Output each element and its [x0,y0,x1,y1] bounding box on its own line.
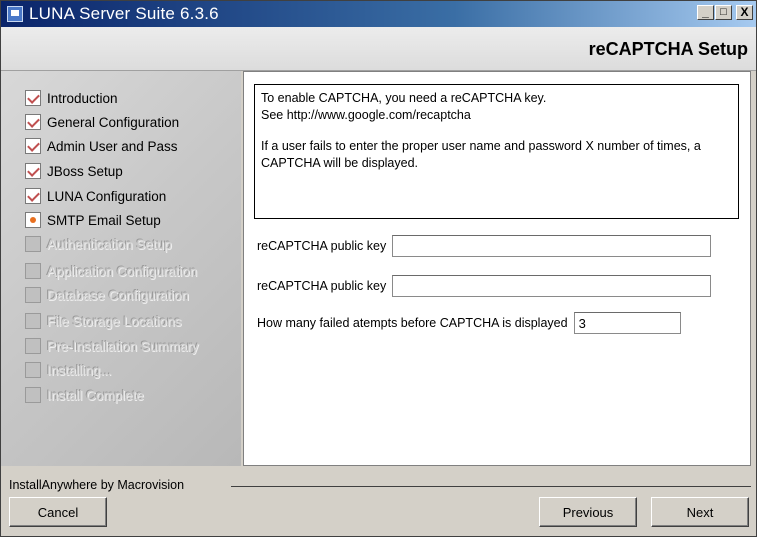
current-step-icon [25,212,41,228]
step-label: Installing... [47,362,112,378]
window-title: LUNA Server Suite 6.3.6 [29,4,219,23]
pending-box-icon [25,338,41,354]
step-smtp-email-setup: SMTP Email Setup [25,209,161,231]
step-label: Install Complete [47,387,144,403]
step-header: reCAPTCHA Setup [1,27,756,71]
step-admin-user: Admin User and Pass [25,135,178,157]
cancel-button[interactable]: Cancel [9,497,107,527]
step-label: Introduction [47,90,118,106]
close-button[interactable]: X [736,5,753,20]
pending-box-icon [25,313,41,329]
public-key-2-input[interactable] [392,275,712,297]
previous-button[interactable]: Previous [539,497,637,527]
step-file-storage-locations: File Storage Locations [25,310,181,332]
step-label: Database Configuration [47,287,189,303]
step-jboss-setup: JBoss Setup [25,160,123,182]
step-label: Application Configuration [47,263,198,279]
step-installing: Installing... [25,359,112,381]
check-icon [25,90,41,106]
step-label: LUNA Configuration [47,188,167,204]
step-general-configuration: General Configuration [25,111,179,133]
info-paragraph: If a user fails to enter the proper user… [261,139,701,170]
public-key-2-label: reCAPTCHA public key [257,279,387,293]
step-introduction: Introduction [25,87,118,109]
step-label: General Configuration [47,114,180,130]
step-label: JBoss Setup [47,163,123,179]
info-box: To enable CAPTCHA, you need a reCAPTCHA … [254,84,739,219]
step-label: SMTP Email Setup [47,212,161,228]
step-install-complete: Install Complete [25,384,144,406]
check-icon [25,188,41,204]
pending-box-icon [25,362,41,378]
footer-divider [231,486,751,487]
installer-window: LUNA Server Suite 6.3.6 _ □ X reCAPTCHA … [0,0,757,537]
pending-box-icon [25,236,41,252]
pending-box-icon [25,287,41,303]
step-database-configuration: Database Configuration [25,284,189,306]
info-line: To enable CAPTCHA, you need a reCAPTCHA … [261,91,547,105]
pending-box-icon [25,387,41,403]
steps-sidebar: Introduction General Configuration Admin… [1,71,241,466]
pending-box-icon [25,263,41,279]
next-button[interactable]: Next [651,497,749,527]
minimize-button[interactable]: _ [697,5,714,20]
title-bar[interactable]: LUNA Server Suite 6.3.6 _ □ X [1,1,756,27]
step-label: Pre-Installation Summary [47,338,199,354]
public-key-row: reCAPTCHA public key [257,235,712,257]
public-key-label: reCAPTCHA public key [257,239,387,253]
attempts-label: How many failed atempts before CAPTCHA i… [257,316,568,330]
step-label: Admin User and Pass [47,138,178,154]
step-authentication-setup: Authentication Setup [25,233,172,255]
check-icon [25,138,41,154]
app-icon [7,6,23,22]
page-title: reCAPTCHA Setup [588,39,748,59]
step-label: File Storage Locations [47,313,182,329]
step-application-configuration: Application Configuration [25,260,197,282]
public-key-input[interactable] [392,235,712,257]
step-pre-installation-summary: Pre-Installation Summary [25,335,199,357]
step-label: Authentication Setup [47,236,172,252]
brand-label: InstallAnywhere by Macrovision [9,478,185,492]
step-luna-configuration: LUNA Configuration [25,185,166,207]
check-icon [25,163,41,179]
maximize-button[interactable]: □ [715,5,732,20]
content-panel: To enable CAPTCHA, you need a reCAPTCHA … [243,71,751,466]
check-icon [25,114,41,130]
info-line: See http://www.google.com/recaptcha [261,108,471,122]
attempts-row: How many failed atempts before CAPTCHA i… [257,312,681,334]
public-key-2-row: reCAPTCHA public key [257,275,712,297]
attempts-input[interactable] [573,312,681,334]
